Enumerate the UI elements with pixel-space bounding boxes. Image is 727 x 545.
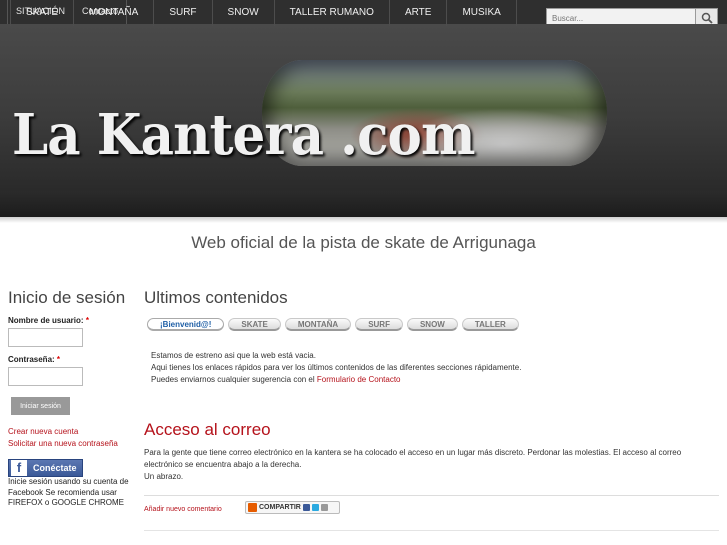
add-comment-link[interactable]: Añadir nuevo comentario — [144, 506, 222, 513]
share-icon — [248, 503, 257, 512]
email-share-icon — [320, 504, 328, 511]
content-tabs: ¡Bienvenid@! SKATE MONTAÑA SURF SNOW TAL… — [147, 318, 523, 331]
main-nav: SKATE MONTAÑA SURF SNOW TALLER RUMANO AR… — [10, 0, 517, 26]
contact-form-link[interactable]: Formulario de Contacto — [317, 375, 401, 384]
username-field[interactable] — [8, 328, 83, 347]
tab-taller[interactable]: TALLER — [461, 318, 519, 331]
nav-shadow — [0, 217, 727, 223]
nav-item-taller-rumano[interactable]: TALLER RUMANO — [273, 0, 389, 26]
site-slogan: Web oficial de la pista de skate de Arri… — [191, 233, 536, 252]
facebook-connect-button[interactable]: f Conéctate — [8, 459, 83, 477]
post-body: Para la gente que tiene correo electróni… — [144, 447, 714, 483]
share-button[interactable]: COMPARTIR — [245, 501, 340, 514]
tab-snow[interactable]: SNOW — [406, 318, 458, 331]
password-field[interactable] — [8, 367, 83, 386]
latest-content-title: Ultimos contenidos — [144, 288, 288, 307]
nav-item-surf[interactable]: SURF — [153, 0, 211, 26]
login-title: Inicio de sesión — [8, 288, 126, 307]
header-banner: La Kantera .com — [0, 24, 727, 191]
facebook-connect-label: Conéctate — [33, 463, 77, 473]
required-mark: * — [56, 355, 61, 364]
share-label: COMPARTIR — [259, 504, 301, 511]
nav-item-arte[interactable]: ARTE — [388, 0, 447, 26]
facebook-note: Inicie sesión usando su cuenta de Facebo… — [8, 477, 129, 507]
post-title[interactable]: Acceso al correo — [144, 420, 271, 440]
tab-montana[interactable]: MONTAÑA — [284, 318, 352, 331]
create-account-link[interactable]: Crear nueva cuenta — [8, 427, 78, 436]
password-label-text: Contraseña: — [8, 355, 55, 364]
nav-item-snow[interactable]: SNOW — [211, 0, 274, 26]
nav-item-skate[interactable]: SKATE — [10, 0, 73, 26]
tab-surf[interactable]: SURF — [355, 318, 403, 331]
search-icon — [701, 12, 713, 24]
facebook-icon: f — [11, 460, 27, 476]
welcome-line-2: Aqui tienes los enlaces rápidos para ver… — [151, 363, 522, 372]
username-label: Nombre de usuario: * — [8, 316, 89, 325]
tab-skate[interactable]: SKATE — [228, 318, 281, 331]
site-logo[interactable]: La Kantera .com — [12, 102, 476, 168]
login-button[interactable]: Iniciar sesión — [11, 397, 70, 415]
nav-item-musika[interactable]: MUSIKA — [446, 0, 517, 26]
request-password-link[interactable]: Solicitar una nueva contraseña — [8, 439, 118, 448]
required-mark: * — [85, 316, 89, 325]
main-nav-bar — [0, 191, 727, 217]
password-label: Contraseña: * — [8, 355, 60, 364]
post-paragraph: Para la gente que tiene correo electróni… — [144, 448, 682, 469]
divider — [144, 495, 719, 496]
tab-bienvenida[interactable]: ¡Bienvenid@! — [147, 318, 225, 331]
welcome-line-3-text: Puedes enviarnos cualquier sugerencia co… — [151, 375, 317, 384]
facebook-share-icon — [302, 504, 310, 511]
welcome-line-1: Estamos de estreno asi que la web está v… — [151, 351, 316, 360]
nav-item-montana[interactable]: MONTAÑA — [73, 0, 153, 26]
welcome-line-3: Puedes enviarnos cualquier sugerencia co… — [151, 375, 400, 384]
username-label-text: Nombre de usuario: — [8, 316, 84, 325]
twitter-share-icon — [311, 504, 319, 511]
post-signoff: Un abrazo. — [144, 472, 184, 481]
divider — [144, 530, 719, 531]
